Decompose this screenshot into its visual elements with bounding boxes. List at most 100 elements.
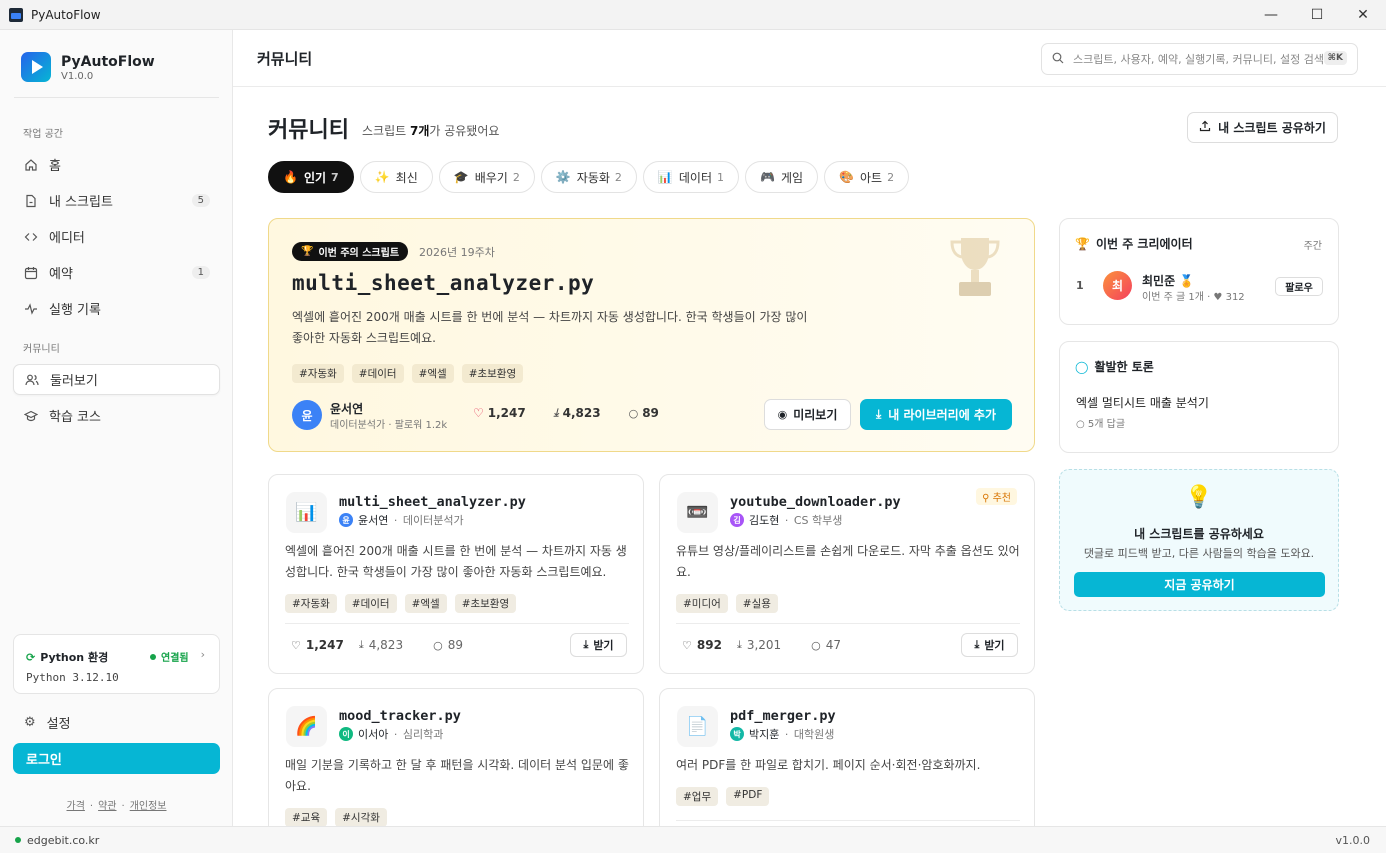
tag[interactable]: #시각화 <box>335 808 387 826</box>
cta-description: 댓글로 피드백 받고, 다른 사람들의 학습을 도와요. <box>1083 547 1315 560</box>
tag[interactable]: #데이터 <box>351 364 404 383</box>
script-title[interactable]: pdf_merger.py <box>730 708 836 724</box>
tag[interactable]: #초보환영 <box>461 364 524 383</box>
avatar[interactable]: 윤 <box>292 400 322 430</box>
cta-title: 내 스크립트를 공유하세요 <box>1134 527 1264 541</box>
tag[interactable]: #실용 <box>735 594 778 613</box>
add-to-library-button[interactable]: ⤓ 내 라이브러리에 추가 <box>860 399 1012 430</box>
comments-stat[interactable]: ○ 89 <box>433 638 478 652</box>
likes-stat[interactable]: ♡ 1,247 <box>473 406 540 420</box>
script-title[interactable]: mood_tracker.py <box>339 708 461 724</box>
script-card[interactable]: 📊 multi_sheet_analyzer.py 윤 윤서연 · 데이터분석가 … <box>268 474 644 674</box>
sidebar-item-editor[interactable]: 에디터 <box>13 221 220 252</box>
sidebar-item-label: 예약 <box>49 267 73 282</box>
sidebar-item-courses[interactable]: 학습 코스 <box>13 400 220 431</box>
search-input[interactable] <box>1073 52 1323 66</box>
terms-link[interactable]: 약관 <box>98 801 116 812</box>
code-icon <box>24 230 38 244</box>
share-script-button[interactable]: 내 스크립트 공유하기 <box>1187 112 1338 143</box>
creator-rank: 1 <box>1076 279 1084 292</box>
script-title[interactable]: multi_sheet_analyzer.py <box>339 494 526 510</box>
tab-art[interactable]: 🎨 아트 2 <box>824 161 910 193</box>
get-button[interactable]: ⤓ 받기 <box>570 633 627 657</box>
settings-link[interactable]: ⚙ 설정 <box>24 713 71 732</box>
card-divider <box>676 820 1020 821</box>
tag[interactable]: #교육 <box>285 808 328 826</box>
close-window-button[interactable]: ✕ <box>1340 0 1386 30</box>
script-card[interactable]: 🌈 mood_tracker.py 이 이서아 · 심리학과 매일 기분을 기록하… <box>268 688 644 826</box>
sidebar-item-history[interactable]: 실행 기록 <box>13 293 220 324</box>
lightbulb-icon: 💡 <box>1185 485 1213 510</box>
get-button[interactable]: ⤓ 받기 <box>961 633 1018 657</box>
sidebar-item-home[interactable]: 홈 <box>13 149 220 180</box>
sidebar-item-label: 홈 <box>49 159 61 174</box>
script-author[interactable]: 이 이서아 · 심리학과 <box>339 726 443 742</box>
tab-game[interactable]: 🎮 게임 <box>744 161 819 193</box>
script-card[interactable]: ⚲ 추천 📼 youtube_downloader.py 김 김도현 · CS 학… <box>659 474 1035 674</box>
main-content: 커뮤니티 스크립트 7개가 공유됐어요 내 스크립트 공유하기 🔥 인기 7 ✨ 최신… <box>233 88 1386 826</box>
avatar: 윤 <box>339 513 353 527</box>
domain-label[interactable]: edgebit.co.kr <box>15 834 99 847</box>
comments-stat[interactable]: ○ 47 <box>811 638 856 652</box>
follow-button[interactable]: 팔로우 <box>1275 277 1323 296</box>
fire-icon: 🔥 <box>283 170 298 184</box>
script-tags: #교육 #시각화 <box>285 808 395 826</box>
count-badge: 5 <box>191 194 210 207</box>
tab-latest[interactable]: ✨ 최신 <box>359 161 433 193</box>
sidebar-item-my-scripts[interactable]: 내 스크립트 5 <box>13 185 220 216</box>
tag[interactable]: #초보환영 <box>454 594 517 613</box>
status-badge: 연결됨 <box>150 649 189 664</box>
script-tags: #업무 #PDF <box>676 787 777 806</box>
discussion-panel: ◯ 활발한 토론 엑셀 멀티시트 매출 분석기 ○ 5개 답글 <box>1059 341 1339 453</box>
trophy-icon: 🏆 <box>301 246 314 257</box>
tab-data[interactable]: 📊 데이터 1 <box>642 161 739 193</box>
section-community: 커뮤니티 <box>23 344 60 355</box>
script-description: 유튜브 영상/플레이리스트를 손쉽게 다운로드. 자막 추출 옵션도 있어요. <box>676 544 1020 579</box>
script-author[interactable]: 윤 윤서연 · 데이터분석가 <box>339 512 464 528</box>
pricing-link[interactable]: 가격 <box>67 801 85 812</box>
share-now-button[interactable]: 지금 공유하기 <box>1074 572 1325 597</box>
tag[interactable]: #자동화 <box>292 364 344 383</box>
tag[interactable]: #PDF <box>726 787 770 806</box>
download-icon: ⤓ <box>736 638 742 651</box>
tag[interactable]: #자동화 <box>285 594 337 613</box>
discussion-topic[interactable]: 엑셀 멀티시트 매출 분석기 <box>1076 394 1209 411</box>
download-icon: ⤓ <box>553 406 559 419</box>
tab-automation[interactable]: ⚙️ 자동화 2 <box>540 161 637 193</box>
script-title[interactable]: youtube_downloader.py <box>730 494 901 510</box>
sidebar-item-schedule[interactable]: 예약 1 <box>13 257 220 288</box>
avatar[interactable]: 최 <box>1103 271 1132 300</box>
comments-stat[interactable]: ○ 89 <box>629 406 673 420</box>
featured-title[interactable]: multi_sheet_analyzer.py <box>292 271 594 295</box>
medal-icon: 🏅 <box>1175 274 1195 288</box>
footer-links: 가격 · 약관 · 개인정보 <box>66 801 167 812</box>
tag[interactable]: #엑셀 <box>404 594 447 613</box>
script-description: 여러 PDF를 한 파일로 합치기. 페이지 순서·회전·암호화까지. <box>676 758 981 772</box>
sidebar-item-explore[interactable]: 둘러보기 <box>13 364 220 395</box>
author-name[interactable]: 윤서연 <box>330 400 363 417</box>
creator-name[interactable]: 최민준 🏅 <box>1142 272 1194 289</box>
maximize-button[interactable]: ☐ <box>1294 0 1340 30</box>
script-author[interactable]: 박 박지훈 · 대학원생 <box>730 726 834 742</box>
featured-script-card[interactable]: 🏆 이번 주의 스크립트 2026년 19주차 multi_sheet_analy… <box>268 218 1035 452</box>
privacy-link[interactable]: 개인정보 <box>130 801 167 812</box>
python-env-card[interactable]: ⟳ Python 환경 연결됨 › Python 3.12.10 <box>13 634 220 694</box>
tag[interactable]: #업무 <box>676 787 719 806</box>
tab-learning[interactable]: 🎓 배우기 2 <box>438 161 535 193</box>
tag[interactable]: #미디어 <box>676 594 728 613</box>
likes-stat[interactable]: ♡ 892 <box>682 638 722 652</box>
script-card[interactable]: 📄 pdf_merger.py 박 박지훈 · 대학원생 여러 PDF를 한 파일… <box>659 688 1035 826</box>
tab-popular[interactable]: 🔥 인기 7 <box>268 161 354 193</box>
script-author[interactable]: 김 김도현 · CS 학부생 <box>730 512 842 528</box>
minimize-button[interactable]: — <box>1248 0 1294 30</box>
sparkle-icon: ✨ <box>374 170 390 184</box>
tag[interactable]: #엑셀 <box>411 364 454 383</box>
tag[interactable]: #데이터 <box>344 594 397 613</box>
search-box[interactable]: ⌘K <box>1041 43 1358 75</box>
document-icon: 📄 <box>677 706 718 747</box>
download-icon: ⤓ <box>875 407 882 421</box>
likes-stat[interactable]: ♡ 1,247 <box>291 638 344 652</box>
preview-button[interactable]: ◉ 미리보기 <box>764 399 851 430</box>
page-title: 커뮤니티 <box>268 118 349 143</box>
login-button[interactable]: 로그인 <box>13 743 220 774</box>
